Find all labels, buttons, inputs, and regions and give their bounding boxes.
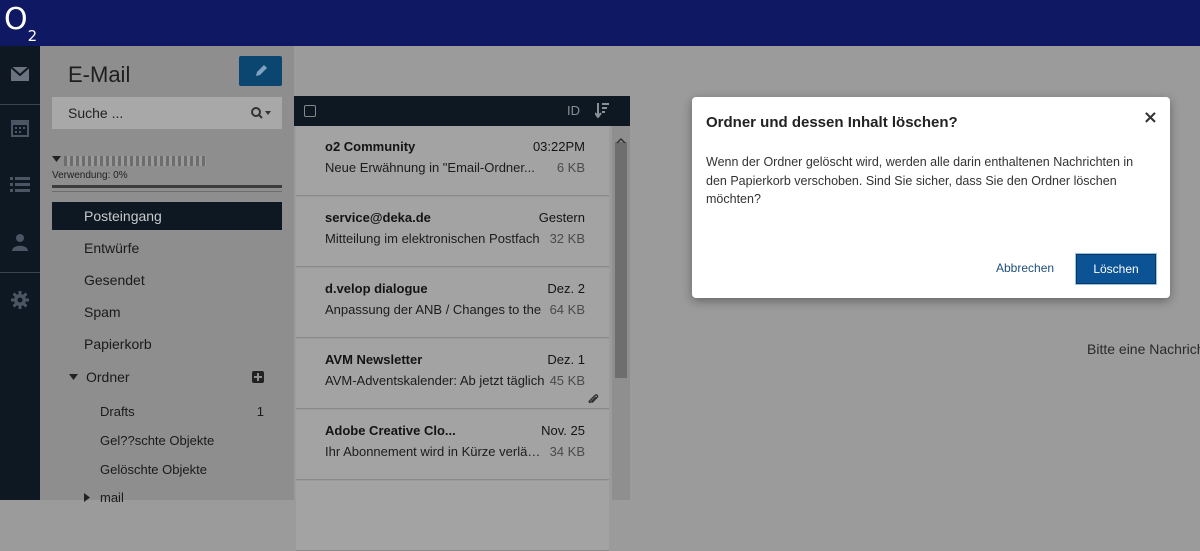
sort-icon[interactable] bbox=[594, 102, 609, 122]
usage-bar bbox=[52, 185, 282, 188]
list-item[interactable]: service@deka.de Gestern Mitteilung im el… bbox=[296, 197, 609, 267]
message-sender: d.velop dialogue bbox=[325, 281, 428, 296]
unread-count: 1 bbox=[256, 404, 264, 419]
delete-button[interactable]: Löschen bbox=[1076, 254, 1156, 284]
scroll-up-icon[interactable] bbox=[616, 129, 626, 148]
message-size: 34 KB bbox=[549, 444, 585, 459]
folder-sidebar: E-Mail Suche ... Verwendung: 0% Posteing… bbox=[40, 46, 294, 505]
folder-spam[interactable]: Spam bbox=[52, 298, 282, 326]
attachment-icon bbox=[587, 391, 599, 410]
reading-pane-empty-text: Bitte eine Nachricht bbox=[1087, 341, 1200, 357]
gear-icon[interactable] bbox=[0, 280, 40, 320]
delete-folder-dialog: Ordner und dessen Inhalt löschen? × Wenn… bbox=[692, 97, 1170, 298]
dialog-message: Wenn der Ordner gelöscht wird, werden al… bbox=[706, 155, 1134, 206]
close-icon[interactable]: × bbox=[1143, 107, 1158, 128]
message-sender: Adobe Creative Clo... bbox=[325, 423, 456, 438]
message-date: 03:22PM bbox=[532, 139, 585, 154]
list-item[interactable]: AVM Newsletter Dez. 1 AVM-Adventskalende… bbox=[296, 339, 609, 409]
list-item[interactable] bbox=[296, 481, 609, 551]
folder-entwuerfe[interactable]: Entwürfe bbox=[52, 234, 282, 262]
list-item[interactable]: o2 Community 03:22PM Neue Erwähnung in "… bbox=[296, 126, 609, 196]
search-icon[interactable] bbox=[250, 105, 272, 124]
page-title: E-Mail bbox=[68, 62, 131, 87]
folder-papierkorb[interactable]: Papierkorb bbox=[52, 330, 282, 358]
search-input[interactable]: Suche ... bbox=[52, 97, 282, 129]
pencil-icon bbox=[255, 65, 267, 76]
contact-icon[interactable] bbox=[0, 222, 40, 262]
subfolder-item[interactable]: mail bbox=[52, 484, 282, 512]
subfolder-item[interactable]: Gelöschte Objekte bbox=[52, 456, 282, 484]
message-size: 64 KB bbox=[549, 302, 585, 317]
caret-right-icon[interactable] bbox=[84, 493, 90, 502]
caret-down-icon[interactable] bbox=[69, 374, 78, 380]
message-size: 45 KB bbox=[549, 373, 585, 388]
usage-label: Verwendung: 0% bbox=[52, 170, 128, 181]
message-subject: Ihr Abonnement wird in Kürze verlängert bbox=[325, 444, 547, 459]
subfolder-item[interactable]: Gel??schte Objekte bbox=[52, 427, 282, 455]
message-subject: AVM-Adventskalender: Ab jetzt täglich bbox=[325, 373, 545, 388]
compose-button[interactable] bbox=[239, 56, 282, 86]
message-date: Nov. 25 bbox=[541, 423, 585, 438]
top-bar: O2 bbox=[0, 0, 1200, 46]
scrollbar-thumb[interactable] bbox=[615, 142, 627, 378]
add-folder-icon[interactable] bbox=[252, 371, 264, 383]
list-item[interactable]: Adobe Creative Clo... Nov. 25 Ihr Abonne… bbox=[296, 410, 609, 480]
cancel-button[interactable]: Abbrechen bbox=[996, 261, 1054, 275]
subfolder-item[interactable]: Drafts 1 bbox=[52, 398, 282, 426]
message-subject: Neue Erwähnung in "Email-Ordner... bbox=[325, 160, 535, 175]
message-list: ID o2 Community 03:22PM Neue Erwähnung i… bbox=[294, 46, 630, 551]
message-date: Gestern bbox=[538, 210, 585, 225]
list-item[interactable]: d.velop dialogue Dez. 2 Anpassung der AN… bbox=[296, 268, 609, 338]
caret-down-icon[interactable] bbox=[52, 156, 61, 162]
message-date: Dez. 2 bbox=[547, 281, 585, 296]
message-size: 32 KB bbox=[549, 231, 585, 246]
message-subject: Mitteilung im elektronischen Postfach bbox=[325, 231, 540, 246]
select-all-checkbox[interactable] bbox=[304, 105, 316, 117]
message-sender: o2 Community bbox=[325, 139, 416, 154]
message-sender: service@deka.de bbox=[325, 210, 431, 225]
search-placeholder: Suche ... bbox=[68, 105, 124, 121]
message-size: 6 KB bbox=[556, 160, 585, 175]
message-subject: Anpassung der ANB / Changes to the bbox=[325, 302, 542, 317]
folder-ordner[interactable]: Ordner bbox=[52, 363, 282, 391]
account-email-redacted bbox=[64, 156, 206, 166]
app-rail bbox=[0, 46, 40, 500]
mail-icon[interactable] bbox=[0, 54, 40, 94]
calendar-icon[interactable] bbox=[0, 108, 40, 148]
sort-label: ID bbox=[567, 103, 580, 118]
folder-gesendet[interactable]: Gesendet bbox=[52, 266, 282, 294]
message-sender: AVM Newsletter bbox=[325, 352, 423, 367]
dialog-title: Ordner und dessen Inhalt löschen? bbox=[706, 114, 958, 131]
message-date: Dez. 1 bbox=[547, 352, 585, 367]
list-icon[interactable] bbox=[0, 164, 40, 204]
folder-posteingang[interactable]: Posteingang bbox=[52, 202, 282, 230]
list-header: ID bbox=[294, 96, 630, 126]
